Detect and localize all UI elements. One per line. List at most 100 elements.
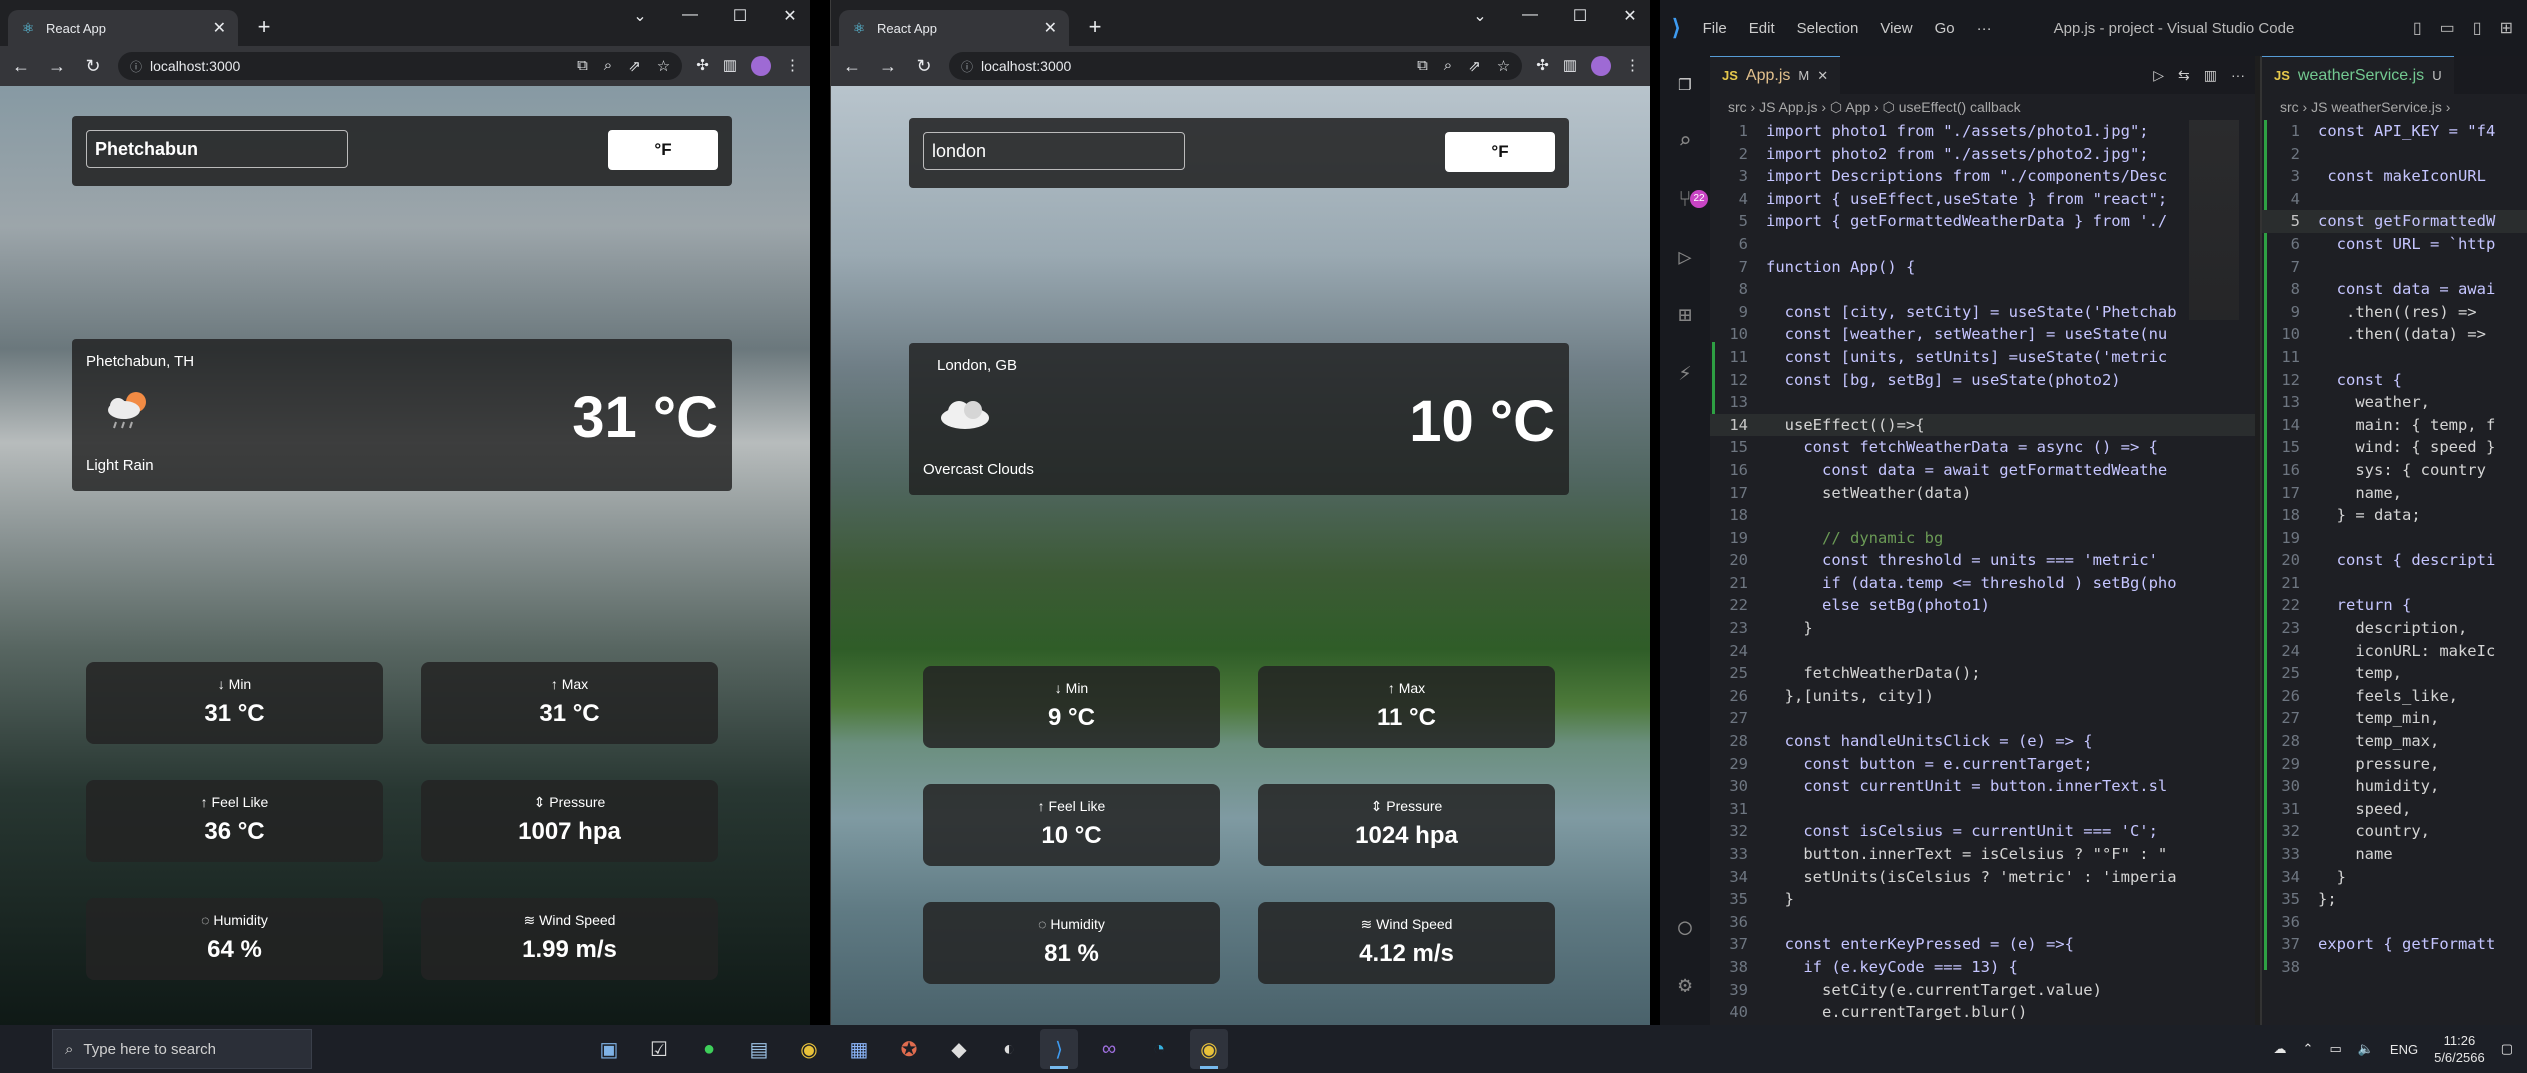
volume-icon[interactable]: 🔈 (2358, 1041, 2374, 1057)
code-line[interactable]: 30 const currentUnit = button.innerText.… (1710, 775, 2255, 798)
taskbar-chrome-active-icon[interactable]: ◉ (1190, 1029, 1228, 1069)
explorer-icon[interactable]: ❐ (1673, 72, 1697, 96)
code-line[interactable]: 32 const isCelsius = currentUnit === 'C'… (1710, 820, 2255, 843)
taskbar-vscode-icon[interactable]: ⟩ (1040, 1029, 1078, 1069)
maximize-button[interactable]: ☐ (1570, 6, 1590, 26)
minimize-button[interactable]: — (1520, 6, 1540, 26)
account-icon[interactable]: ◯ (1673, 916, 1697, 940)
split-editor-icon[interactable]: ▥ (2204, 67, 2217, 84)
code-line[interactable]: 29 pressure, (2262, 753, 2527, 776)
share-icon[interactable]: ⇗ (1468, 57, 1481, 75)
more-actions-icon[interactable]: ··· (2231, 67, 2245, 84)
compare-icon[interactable]: ⇆ (2178, 67, 2190, 84)
zoom-icon[interactable]: ⌕ (604, 57, 612, 75)
close-window-button[interactable]: ✕ (1620, 6, 1640, 26)
tab-search-icon[interactable]: ⌄ (630, 6, 650, 26)
tab-app-js[interactable]: JS App.js M ✕ (1710, 56, 1841, 94)
close-tab-icon[interactable]: ✕ (1817, 68, 1828, 84)
code-line[interactable]: 30 humidity, (2262, 775, 2527, 798)
install-icon[interactable]: ⧉ (577, 57, 588, 75)
code-area[interactable]: 1 const API_KEY = "f4 2 3 const makeIconURL… (2262, 120, 2527, 979)
notification-icon[interactable]: ▢ (2501, 1041, 2513, 1057)
code-line[interactable]: 3 import Descriptions from "./components/… (1710, 165, 2255, 188)
taskbar-pin-icon[interactable]: ◆ (940, 1029, 978, 1069)
taskbar-store-icon[interactable]: ▣ (590, 1029, 628, 1069)
extensions-icon[interactable]: ✣ (696, 56, 709, 76)
code-line[interactable]: 8 const data = awai (2262, 278, 2527, 301)
code-line[interactable]: 38 if (e.keyCode === 13) { (1710, 956, 2255, 979)
address-bar[interactable]: ⓘ localhost:3000 ⧉ ⌕ ⇗ ☆ (949, 52, 1523, 80)
share-icon[interactable]: ⇗ (628, 57, 641, 75)
code-line[interactable]: 22 else setBg(photo1) (1710, 594, 2255, 617)
code-line[interactable]: 31 speed, (2262, 798, 2527, 821)
customize-layout-icon[interactable]: ⊞ (2500, 18, 2513, 38)
maximize-button[interactable]: ☐ (730, 6, 750, 26)
reload-icon[interactable]: ↻ (913, 56, 935, 77)
taskbar-chrome-icon[interactable]: ◉ (790, 1029, 828, 1069)
code-line[interactable]: 9 .then((res) => (2262, 301, 2527, 324)
start-button[interactable] (0, 1025, 48, 1073)
browser-tab[interactable]: ⚛ React App ✕ (8, 10, 238, 46)
install-icon[interactable]: ⧉ (1417, 57, 1428, 75)
toggle-sidebar-icon[interactable]: ▯ (2413, 18, 2422, 38)
breadcrumb[interactable]: src › JS weatherService.js › (2262, 94, 2527, 120)
code-line[interactable]: 12 const { (2262, 369, 2527, 392)
code-line[interactable]: 20 const { descripti (2262, 549, 2527, 572)
taskbar-edge-icon[interactable]: ◔ (1140, 1029, 1178, 1069)
code-line[interactable]: 1 import photo1 from "./assets/photo1.jpg… (1710, 120, 2255, 143)
code-line[interactable]: 7 (2262, 256, 2527, 279)
tab-weatherservice-js[interactable]: JS weatherService.js U (2262, 56, 2454, 94)
info-icon[interactable]: ⓘ (961, 58, 973, 75)
tab-search-icon[interactable]: ⌄ (1470, 6, 1490, 26)
tray-chevron-icon[interactable]: ⌃ (2303, 1041, 2314, 1057)
taskbar-line-icon[interactable]: ● (690, 1029, 728, 1069)
minimap[interactable] (2189, 120, 2239, 320)
code-line[interactable]: 5 import { getFormattedWeatherData } from… (1710, 210, 2255, 233)
settings-gear-icon[interactable]: ⚙ (1673, 974, 1697, 998)
code-line[interactable]: 34 } (2262, 866, 2527, 889)
code-line[interactable]: 19 (2262, 527, 2527, 550)
lightning-icon[interactable]: ⚡ (1673, 362, 1697, 386)
network-icon[interactable]: ▭ (2329, 1041, 2341, 1057)
forward-icon[interactable]: → (46, 56, 68, 77)
back-icon[interactable]: ← (841, 56, 863, 77)
code-line[interactable]: 13 (1710, 391, 2255, 414)
code-line[interactable]: 22 return { (2262, 594, 2527, 617)
taskbar-app-icon[interactable]: ◐ (990, 1029, 1028, 1069)
code-line[interactable]: 36 (2262, 911, 2527, 934)
menu-kebab-icon[interactable]: ⋮ (785, 56, 800, 76)
code-line[interactable]: 10 .then((data) => (2262, 323, 2527, 346)
code-line[interactable]: 37 const enterKeyPressed = (e) =>{ (1710, 933, 2255, 956)
city-input[interactable]: Phetchabun (86, 130, 348, 168)
menu-view[interactable]: View (1880, 20, 1912, 37)
info-icon[interactable]: ⓘ (130, 58, 142, 75)
menu-kebab-icon[interactable]: ⋮ (1625, 56, 1640, 76)
code-line[interactable]: 19 // dynamic bg (1710, 527, 2255, 550)
code-line[interactable]: 14 main: { temp, f (2262, 414, 2527, 437)
browser-tab[interactable]: ⚛ React App ✕ (839, 10, 1069, 46)
code-line[interactable]: 29 const button = e.currentTarget; (1710, 753, 2255, 776)
code-line[interactable]: 17 setWeather(data) (1710, 482, 2255, 505)
code-line[interactable]: 20 const threshold = units === 'metric' (1710, 549, 2255, 572)
extensions-icon[interactable]: ✣ (1536, 56, 1549, 76)
code-line[interactable]: 7 function App() { (1710, 256, 2255, 279)
run-debug-icon[interactable]: ▷ (1673, 246, 1697, 270)
menu-selection[interactable]: Selection (1797, 20, 1859, 37)
code-line[interactable]: 16 const data = await getFormattedWeathe (1710, 459, 2255, 482)
bookmark-star-icon[interactable]: ☆ (657, 57, 670, 75)
code-line[interactable]: 25 fetchWeatherData(); (1710, 662, 2255, 685)
city-input[interactable]: london (923, 132, 1185, 170)
code-line[interactable]: 28 temp_max, (2262, 730, 2527, 753)
code-line[interactable]: 11 const [units, setUnits] =useState('me… (1710, 346, 2255, 369)
code-line[interactable]: 34 setUnits(isCelsius ? 'metric' : 'impe… (1710, 866, 2255, 889)
code-line[interactable]: 26 feels_like, (2262, 685, 2527, 708)
code-line[interactable]: 13 weather, (2262, 391, 2527, 414)
new-tab-button[interactable]: + (250, 14, 278, 42)
unit-toggle-button[interactable]: °F (1445, 132, 1555, 172)
menu-file[interactable]: File (1703, 20, 1727, 37)
code-line[interactable]: 2 (2262, 143, 2527, 166)
toggle-panel-icon[interactable]: ▭ (2440, 18, 2455, 38)
code-line[interactable]: 24 iconURL: makeIc (2262, 640, 2527, 663)
taskbar-calculator-icon[interactable]: ▦ (840, 1029, 878, 1069)
menu-go[interactable]: Go (1935, 20, 1955, 37)
